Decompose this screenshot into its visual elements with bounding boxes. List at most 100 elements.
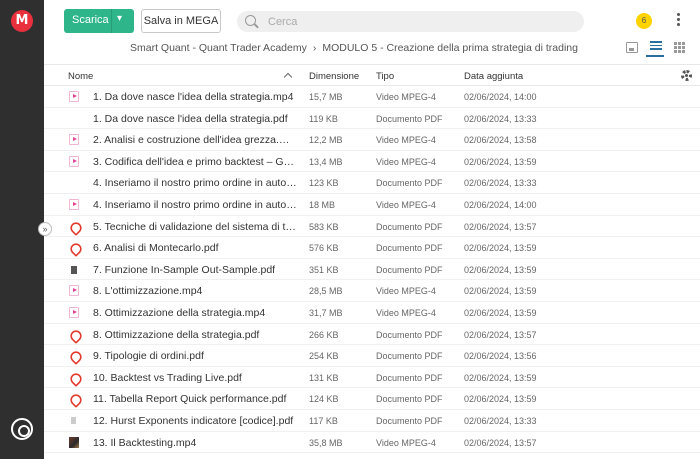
file-name: 8. L'ottimizzazione.mp4	[93, 285, 203, 298]
video-file-icon	[69, 306, 79, 318]
file-size: 123 KB	[309, 178, 339, 189]
file-name: 8. Ottimizzazione della strategia.pdf	[93, 328, 260, 341]
table-row[interactable]: 6. Analisi di Montecarlo.pdf 576 KB Docume…	[44, 237, 700, 259]
file-type: Video MPEG-4	[376, 199, 436, 210]
search-input[interactable]	[268, 14, 568, 29]
file-name: 12. Hurst Exponents indicatore [codice].…	[93, 414, 294, 427]
file-name: 1. Da dove nasce l'idea della strategia.…	[93, 112, 288, 125]
file-name: 8. Ottimizzazione della strategia.mp4	[93, 306, 266, 319]
notification-badge[interactable]: 6	[636, 13, 652, 29]
table-row[interactable]: 8. L'ottimizzazione.mp4 28,5 MB Video MPEG…	[44, 280, 700, 302]
file-date: 02/06/2024, 13:59	[464, 286, 537, 297]
file-name: 4. Inseriamo il nostro primo ordine in a…	[93, 177, 298, 190]
file-size: 15,7 MB	[309, 92, 343, 102]
video-file-icon	[69, 134, 79, 146]
header-date[interactable]: Data aggiunta	[464, 71, 523, 82]
table-row[interactable]: 9. Tipologie di ordini.pdf 254 KB Document…	[44, 345, 700, 367]
file-name: 2. Analisi e costruzione dell'idea grezz…	[93, 134, 298, 147]
file-type: Video MPEG-4	[376, 286, 436, 297]
header-name[interactable]: Nome	[68, 71, 93, 82]
file-date: 02/06/2024, 13:57	[464, 437, 537, 448]
list-view-icon[interactable]	[650, 41, 662, 52]
file-size: 131 KB	[309, 372, 339, 383]
file-size: 31,7 MB	[309, 307, 343, 318]
video-file-icon	[69, 91, 79, 102]
video-file-icon	[69, 198, 79, 210]
file-name: 13. Il Backtesting.mp4	[93, 436, 197, 449]
table-row[interactable]: 2. Analisi e costruzione dell'idea grezz…	[44, 129, 700, 151]
pdf-file-icon	[69, 329, 79, 340]
header-type[interactable]: Tipo	[376, 71, 394, 82]
file-size: 13,4 MB	[309, 156, 343, 167]
video-file-icon	[69, 285, 79, 297]
table-row[interactable]: 1. Da dove nasce l'idea della strategia.…	[44, 86, 700, 108]
file-size: 576 KB	[309, 243, 339, 254]
download-divider	[111, 9, 112, 33]
gear-icon[interactable]	[681, 70, 692, 81]
file-size: 12,2 MB	[309, 135, 343, 146]
file-name: 3. Codifica dell'idea e primo backtest –…	[93, 155, 298, 168]
thumbnail-icon	[71, 416, 76, 424]
file-name: 7. Funzione In-Sample Out-Sample.pdf	[93, 263, 276, 276]
file-date: 02/06/2024, 13:59	[464, 264, 537, 275]
file-size: 35,8 MB	[309, 437, 343, 448]
file-size: 583 KB	[309, 221, 339, 232]
file-type: Video MPEG-4	[376, 307, 436, 318]
thumbnail-view-icon[interactable]	[626, 42, 638, 53]
table-row[interactable]: 4. Inseriamo il nostro primo ordine in a…	[44, 194, 700, 216]
file-date: 02/06/2024, 13:33	[464, 178, 537, 189]
file-name: 5. Tecniche di validazione del sistema d…	[93, 220, 298, 233]
file-date: 02/06/2024, 13:33	[464, 415, 537, 426]
table-row[interactable]: 1. Da dove nasce l'idea della strategia.…	[44, 108, 700, 130]
video-file-icon	[69, 155, 79, 167]
table-row[interactable]: 11. Tabella Report Quick performance.pdf…	[44, 388, 700, 410]
file-name: 1. Da dove nasce l'idea della strategia.…	[93, 91, 294, 103]
file-type: Documento PDF	[376, 415, 443, 426]
table-row[interactable]: 13. Il Backtesting.mp4 35,8 MB Video MPEG-…	[44, 432, 700, 454]
header-size[interactable]: Dimensione	[309, 71, 359, 82]
table-row[interactable]: 12. Hurst Exponents indicatore [codice].…	[44, 410, 700, 432]
file-size: 117 KB	[309, 415, 338, 426]
file-size: 254 KB	[309, 351, 339, 362]
file-date: 02/06/2024, 13:59	[464, 394, 537, 405]
table-row[interactable]: 4. Inseriamo il nostro primo ordine in a…	[44, 172, 700, 194]
table-row[interactable]: 8. Ottimizzazione della strategia.mp4 31,…	[44, 302, 700, 324]
breadcrumb: Smart Quant - Quant Trader Academy › MODUL…	[130, 42, 578, 54]
search-bar[interactable]	[237, 11, 584, 32]
help-icon[interactable]	[11, 418, 33, 440]
file-type: Documento PDF	[376, 221, 443, 232]
file-date: 02/06/2024, 13:33	[464, 113, 537, 124]
file-size: 28,5 MB	[309, 286, 343, 297]
file-size: 124 KB	[309, 394, 339, 405]
breadcrumb-root[interactable]: Smart Quant - Quant Trader Academy	[130, 42, 307, 54]
file-name: 4. Inseriamo il nostro primo ordine in a…	[93, 198, 298, 211]
chevron-down-icon[interactable]: ▾	[117, 13, 122, 24]
grid-view-icon[interactable]	[674, 42, 686, 53]
file-date: 02/06/2024, 14:00	[464, 92, 537, 102]
table-header: Nome Dimensione Tipo Data aggiunta	[44, 64, 700, 86]
file-date: 02/06/2024, 14:00	[464, 199, 537, 210]
pdf-file-icon	[69, 372, 79, 383]
sort-ascending-icon[interactable]	[283, 72, 293, 82]
file-type: Documento PDF	[376, 372, 443, 383]
chevron-right-icon: ›	[312, 42, 317, 54]
table-row[interactable]: 8. Ottimizzazione della strategia.pdf 266…	[44, 324, 700, 346]
more-menu-icon[interactable]	[675, 13, 681, 29]
file-date: 02/06/2024, 13:59	[464, 156, 537, 167]
download-button[interactable]: Scarica ▾	[64, 9, 134, 33]
file-type: Video MPEG-4	[376, 92, 436, 102]
file-size: 266 KB	[309, 329, 339, 340]
file-type: Documento PDF	[376, 394, 443, 405]
table-row[interactable]: 3. Codifica dell'idea e primo backtest –…	[44, 151, 700, 173]
save-to-mega-button[interactable]: Salva in MEGA	[141, 9, 221, 33]
file-date: 02/06/2024, 13:57	[464, 329, 537, 340]
table-row[interactable]: 7. Funzione In-Sample Out-Sample.pdf 351 …	[44, 259, 700, 281]
table-row[interactable]: 5. Tecniche di validazione del sistema d…	[44, 216, 700, 238]
mega-logo-icon[interactable]: M	[11, 10, 33, 32]
download-label: Scarica	[72, 14, 109, 26]
file-type: Video MPEG-4	[376, 437, 436, 448]
table-row[interactable]: 10. Backtest vs Trading Live.pdf 131 KB Do…	[44, 367, 700, 389]
file-type: Documento PDF	[376, 329, 443, 340]
pdf-file-icon	[69, 393, 79, 404]
file-type: Video MPEG-4	[376, 135, 436, 146]
